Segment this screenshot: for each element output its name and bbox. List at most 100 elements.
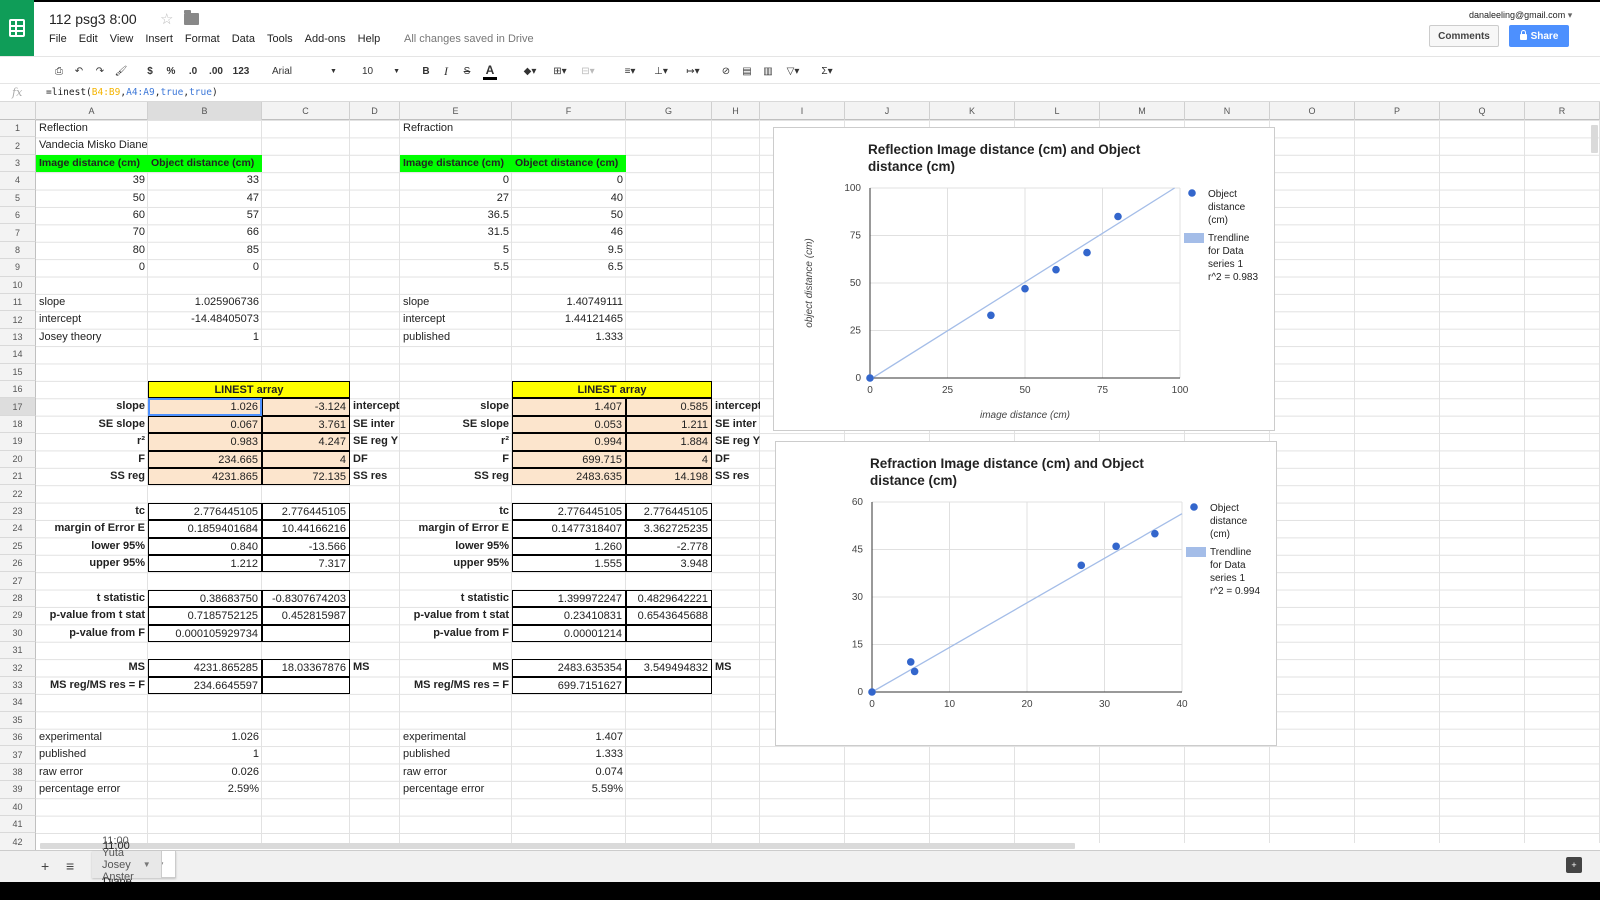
cell-F36[interactable]: 1.407: [512, 729, 626, 746]
cell-A5[interactable]: 50: [36, 190, 148, 207]
menu-item[interactable]: Data: [232, 33, 255, 45]
select-all-corner[interactable]: [0, 102, 36, 120]
column-header[interactable]: Q: [1440, 102, 1525, 120]
undo-icon[interactable]: ↶: [72, 62, 86, 80]
more-formats-button[interactable]: 123: [230, 62, 252, 80]
font-family-select[interactable]: Arial ▼: [272, 62, 342, 80]
cell-C24[interactable]: 10.44166216: [262, 520, 350, 538]
column-header[interactable]: B: [148, 102, 262, 120]
cell-A17[interactable]: slope: [36, 398, 148, 415]
menu-item[interactable]: Format: [185, 33, 220, 45]
horizontal-align-icon[interactable]: ≡▾: [620, 62, 640, 80]
cell-G28[interactable]: 0.4829642221: [626, 589, 712, 608]
cell-B3[interactable]: Object distance (cm): [148, 154, 262, 173]
column-header[interactable]: O: [1270, 102, 1355, 120]
cell-B33[interactable]: 234.6645597: [148, 676, 262, 695]
share-button[interactable]: Share: [1509, 25, 1569, 47]
font-size-select[interactable]: 10 ▼: [362, 62, 404, 80]
cell-H19[interactable]: SE reg Y: [712, 433, 760, 450]
cell-E29[interactable]: p-value from t stat: [400, 607, 512, 624]
cell-E5[interactable]: 27: [400, 190, 512, 207]
cell-A36[interactable]: experimental: [36, 729, 148, 746]
row-header[interactable]: 37: [0, 746, 36, 764]
cell-B20[interactable]: 234.665: [148, 450, 262, 468]
cell-F5[interactable]: 40: [512, 190, 626, 207]
cell-F26[interactable]: 1.555: [512, 555, 626, 573]
cell-A21[interactable]: SS reg: [36, 468, 148, 485]
cell-E12[interactable]: intercept: [400, 311, 512, 328]
cell-A23[interactable]: tc: [36, 503, 148, 520]
cell-B6[interactable]: 57: [148, 207, 262, 224]
cell-C29[interactable]: 0.452815987: [262, 607, 350, 625]
cell-A11[interactable]: slope: [36, 294, 148, 311]
cell-B11[interactable]: 1.025906736: [148, 294, 262, 311]
row-header[interactable]: 24: [0, 520, 36, 538]
cell-F7[interactable]: 46: [512, 224, 626, 241]
cell-H32[interactable]: MS: [712, 659, 760, 676]
account-email[interactable]: danaleeling@gmail.com: [1469, 10, 1572, 21]
cell-E7[interactable]: 31.5: [400, 224, 512, 241]
row-header[interactable]: 20: [0, 450, 36, 468]
cell-H20[interactable]: DF: [712, 451, 760, 468]
cell-F4[interactable]: 0: [512, 172, 626, 189]
cell-A13[interactable]: Josey theory: [36, 329, 148, 346]
column-header[interactable]: A: [36, 102, 148, 120]
cell-F11[interactable]: 1.40749111: [512, 294, 626, 311]
cell-D20[interactable]: DF: [350, 451, 400, 468]
cell-E6[interactable]: 36.5: [400, 207, 512, 224]
cell-C32[interactable]: 18.03367876: [262, 659, 350, 677]
cell-B24[interactable]: 0.1859401684: [148, 520, 262, 538]
cell-G17[interactable]: 0.585: [626, 398, 712, 416]
cell-F29[interactable]: 0.23410831: [512, 607, 626, 625]
cell-A24[interactable]: margin of Error E: [36, 520, 148, 537]
cell-G33[interactable]: [626, 676, 712, 695]
cell-G32[interactable]: 3.549494832: [626, 659, 712, 677]
cell-D18[interactable]: SE inter: [350, 416, 400, 433]
insert-chart-icon[interactable]: ▥: [760, 62, 776, 80]
cell-B39[interactable]: 2.59%: [148, 781, 262, 798]
cell-A26[interactable]: upper 95%: [36, 555, 148, 572]
formula-input[interactable]: =linest(B4:B9,A4:A9,true,true): [46, 87, 218, 98]
row-header[interactable]: 9: [0, 259, 36, 277]
row-header[interactable]: 1: [0, 120, 36, 138]
cell-F32[interactable]: 2483.635354: [512, 659, 626, 677]
cell-A1[interactable]: Reflection: [36, 120, 148, 137]
refraction-chart[interactable]: Refraction Image distance (cm) and Objec…: [775, 441, 1277, 746]
cell-E13[interactable]: published: [400, 329, 512, 346]
cell-B13[interactable]: 1: [148, 329, 262, 346]
cell-E4[interactable]: 0: [400, 172, 512, 189]
row-header[interactable]: 35: [0, 711, 36, 729]
add-sheet-icon[interactable]: +: [41, 858, 49, 874]
cell-F24[interactable]: 0.1477318407: [512, 520, 626, 538]
cell-A7[interactable]: 70: [36, 224, 148, 241]
cell-F30[interactable]: 0.00001214: [512, 624, 626, 642]
row-header[interactable]: 19: [0, 433, 36, 451]
cell-A2[interactable]: Vandecia Misko Diane: [36, 137, 148, 154]
cell-F37[interactable]: 1.333: [512, 746, 626, 763]
cell-A19[interactable]: r²: [36, 433, 148, 450]
cell-C21[interactable]: 72.135: [262, 468, 350, 486]
cell-C23[interactable]: 2.776445105: [262, 502, 350, 521]
column-header[interactable]: E: [400, 102, 512, 120]
column-header[interactable]: D: [350, 102, 400, 120]
row-header[interactable]: 4: [0, 172, 36, 190]
vertical-scroll-thumb[interactable]: [1591, 125, 1598, 153]
cell-G19[interactable]: 1.884: [626, 433, 712, 451]
row-header[interactable]: 22: [0, 485, 36, 503]
strikethrough-button[interactable]: S: [461, 62, 473, 80]
cell-B9[interactable]: 0: [148, 259, 262, 276]
document-title[interactable]: 112 psg3 8:00: [49, 11, 137, 27]
cell-A38[interactable]: raw error: [36, 764, 148, 781]
cell-B29[interactable]: 0.7185752125: [148, 607, 262, 625]
cell-B4[interactable]: 33: [148, 172, 262, 189]
row-header[interactable]: 23: [0, 502, 36, 521]
cell-G25[interactable]: -2.778: [626, 537, 712, 555]
column-header[interactable]: G: [626, 102, 712, 120]
cell-G26[interactable]: 3.948: [626, 555, 712, 573]
row-header[interactable]: 33: [0, 676, 36, 695]
menu-item[interactable]: Add-ons: [305, 33, 346, 45]
cell-A30[interactable]: p-value from F: [36, 625, 148, 642]
print-icon[interactable]: ⎙: [52, 62, 66, 80]
cell-B18[interactable]: 0.067: [148, 415, 262, 434]
text-wrap-icon[interactable]: ↦▾: [681, 62, 705, 80]
